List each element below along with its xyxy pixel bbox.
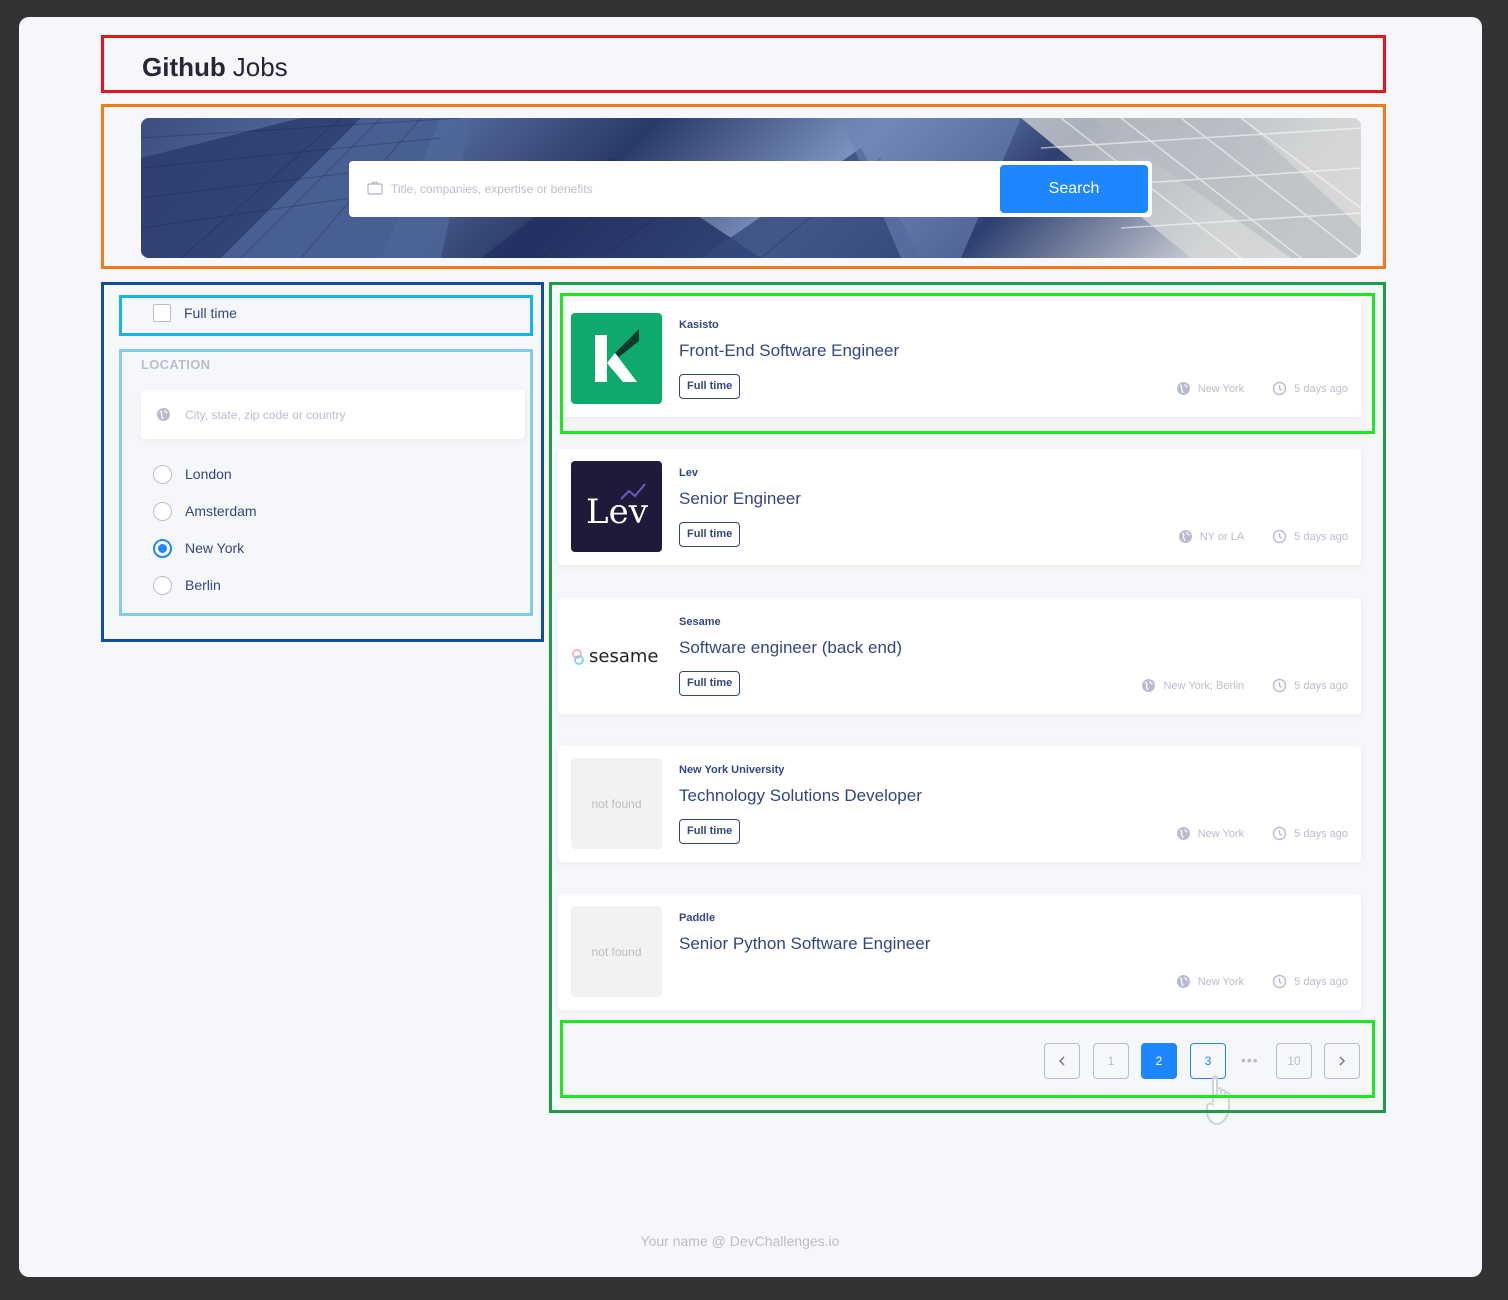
pagination-prev-button[interactable] bbox=[1044, 1043, 1080, 1079]
job-location-text: New York bbox=[1197, 975, 1245, 988]
search-button[interactable]: Search bbox=[1000, 165, 1148, 213]
job-title[interactable]: Software engineer (back end) bbox=[679, 638, 902, 658]
job-location-text: New York; Berlin bbox=[1163, 679, 1245, 692]
hand-cursor-icon bbox=[1206, 1075, 1230, 1125]
job-meta: New York; Berlin 5 days ago bbox=[1141, 678, 1348, 693]
full-time-label: Full time bbox=[184, 305, 237, 321]
briefcase-icon bbox=[366, 179, 384, 197]
chevron-right-icon bbox=[1339, 1056, 1346, 1066]
job-company: Paddle bbox=[679, 912, 716, 924]
radio-button-selected[interactable] bbox=[153, 538, 172, 558]
job-posted: 5 days ago bbox=[1272, 529, 1348, 544]
job-posted-text: 5 days ago bbox=[1294, 382, 1348, 395]
search-input[interactable] bbox=[391, 169, 991, 209]
clock-icon bbox=[1272, 678, 1287, 693]
app-title: Github Jobs bbox=[142, 50, 288, 84]
globe-icon bbox=[1178, 530, 1192, 543]
job-card[interactable]: Kasisto Front-End Software Engineer Full… bbox=[558, 301, 1361, 417]
job-posted: 5 days ago bbox=[1272, 678, 1348, 693]
job-title[interactable]: Front-End Software Engineer bbox=[679, 341, 899, 361]
location-option-label: London bbox=[185, 466, 232, 482]
kasisto-logo bbox=[571, 313, 662, 404]
sesame-logo: sesame bbox=[571, 610, 662, 701]
job-location: New York; Berlin bbox=[1141, 678, 1244, 693]
globe-icon bbox=[1176, 827, 1190, 840]
job-posted-text: 5 days ago bbox=[1294, 975, 1348, 988]
location-search-box bbox=[141, 390, 525, 439]
app-title-light: Jobs bbox=[232, 52, 288, 82]
job-location: New York bbox=[1176, 381, 1244, 396]
job-company: New York University bbox=[679, 764, 785, 776]
pagination-next-button[interactable] bbox=[1324, 1043, 1360, 1079]
globe-icon bbox=[1176, 975, 1190, 988]
job-meta: New York 5 days ago bbox=[1176, 974, 1348, 989]
logo-placeholder: not found bbox=[571, 906, 662, 997]
clock-icon bbox=[1272, 381, 1287, 396]
job-meta: New York 5 days ago bbox=[1176, 381, 1348, 396]
job-posted-text: 5 days ago bbox=[1294, 679, 1348, 692]
location-option-label: Berlin bbox=[185, 577, 221, 593]
job-card[interactable]: not found New York University Technology… bbox=[558, 746, 1361, 862]
job-company: Kasisto bbox=[679, 319, 719, 331]
pagination-page-10[interactable]: 10 bbox=[1276, 1043, 1312, 1079]
logo-placeholder: not found bbox=[571, 758, 662, 849]
location-option-london[interactable]: London bbox=[153, 464, 232, 484]
clock-icon bbox=[1272, 826, 1287, 841]
job-type-badge: Full time bbox=[679, 522, 741, 547]
job-posted: 5 days ago bbox=[1272, 381, 1348, 396]
footer-credit: Your name @ DevChallenges.io bbox=[640, 1233, 840, 1249]
location-input[interactable] bbox=[185, 398, 505, 432]
job-title[interactable]: Senior Python Software Engineer bbox=[679, 934, 930, 954]
job-company: Lev bbox=[679, 467, 698, 479]
search-bar: Search bbox=[349, 161, 1152, 217]
job-card[interactable]: Lev Lev Senior Engineer Full time NY or … bbox=[558, 449, 1361, 565]
job-company: Sesame bbox=[679, 616, 721, 628]
job-posted: 5 days ago bbox=[1272, 826, 1348, 841]
pagination-page-2-current[interactable]: 2 bbox=[1141, 1043, 1177, 1079]
job-location: NY or LA bbox=[1178, 529, 1244, 544]
full-time-filter[interactable]: Full time bbox=[153, 303, 237, 323]
job-posted: 5 days ago bbox=[1272, 974, 1348, 989]
job-type-badge: Full time bbox=[679, 671, 741, 696]
job-meta: New York 5 days ago bbox=[1176, 826, 1348, 841]
radio-button[interactable] bbox=[153, 464, 172, 484]
svg-text:Lev: Lev bbox=[586, 492, 649, 532]
svg-text:sesame: sesame bbox=[589, 646, 658, 667]
globe-icon bbox=[1142, 679, 1156, 692]
job-location: New York bbox=[1176, 974, 1244, 989]
job-title[interactable]: Senior Engineer bbox=[679, 489, 801, 509]
full-time-checkbox[interactable] bbox=[153, 304, 171, 322]
job-location-text: New York bbox=[1197, 827, 1245, 840]
pagination-page-1[interactable]: 1 bbox=[1093, 1043, 1129, 1079]
job-type-badge: Full time bbox=[679, 374, 741, 399]
location-option-berlin[interactable]: Berlin bbox=[153, 575, 221, 595]
job-location-text: New York bbox=[1197, 382, 1245, 395]
clock-icon bbox=[1272, 974, 1287, 989]
app-title-bold: Github bbox=[142, 52, 226, 82]
job-posted-text: 5 days ago bbox=[1294, 827, 1348, 840]
pagination-ellipsis: ••• bbox=[1241, 1052, 1259, 1068]
job-card[interactable]: not found Paddle Senior Python Software … bbox=[558, 894, 1361, 1010]
globe-icon bbox=[156, 407, 171, 422]
location-option-label: Amsterdam bbox=[185, 503, 257, 519]
location-option-label: New York bbox=[185, 540, 245, 556]
job-location: New York bbox=[1176, 826, 1244, 841]
clock-icon bbox=[1272, 529, 1287, 544]
globe-icon bbox=[1176, 382, 1190, 395]
job-title[interactable]: Technology Solutions Developer bbox=[679, 786, 922, 806]
radio-button[interactable] bbox=[153, 575, 172, 595]
radio-button[interactable] bbox=[153, 501, 172, 521]
location-heading: LOCATION bbox=[141, 357, 211, 372]
job-meta: NY or LA 5 days ago bbox=[1178, 529, 1348, 544]
job-posted-text: 5 days ago bbox=[1294, 530, 1348, 543]
chevron-left-icon bbox=[1058, 1056, 1065, 1066]
job-location-text: NY or LA bbox=[1199, 530, 1245, 543]
job-card[interactable]: sesame Sesame Software engineer (back en… bbox=[558, 598, 1361, 714]
location-option-amsterdam[interactable]: Amsterdam bbox=[153, 501, 257, 521]
job-type-badge: Full time bbox=[679, 819, 741, 844]
location-option-new-york[interactable]: New York bbox=[153, 538, 244, 558]
lev-logo: Lev bbox=[571, 461, 662, 552]
